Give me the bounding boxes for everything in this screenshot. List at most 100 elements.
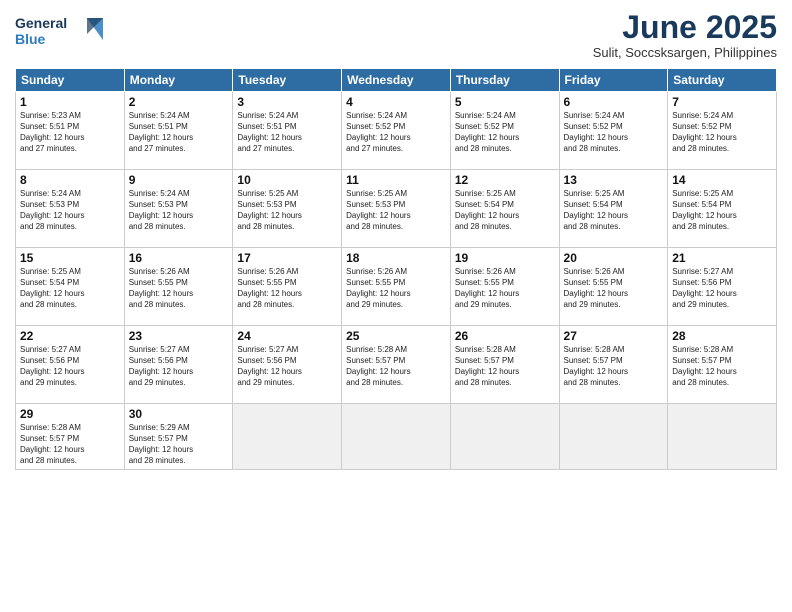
day-number: 10 [237,173,337,187]
cell-info: Sunrise: 5:25 AM Sunset: 5:54 PM Dayligh… [672,189,772,232]
calendar-cell [668,404,777,470]
calendar-cell: 22 Sunrise: 5:27 AM Sunset: 5:56 PM Dayli… [16,326,125,404]
calendar-cell: 20Sunrise: 5:26 AM Sunset: 5:55 PM Dayli… [559,248,668,326]
cell-info: Sunrise: 5:26 AM Sunset: 5:55 PM Dayligh… [564,267,664,310]
weekday-header: Tuesday [233,69,342,92]
cell-info: Sunrise: 5:24 AM Sunset: 5:52 PM Dayligh… [672,111,772,154]
cell-info: Sunrise: 5:26 AM Sunset: 5:55 PM Dayligh… [237,267,337,310]
cell-info: Sunrise: 5:25 AM Sunset: 5:53 PM Dayligh… [346,189,446,232]
day-number: 7 [672,95,772,109]
calendar-cell: 17 Sunrise: 5:26 AM Sunset: 5:55 PM Dayli… [233,248,342,326]
day-number: 27 [564,329,664,343]
cell-info: Sunrise: 5:27 AM Sunset: 5:56 PM Dayligh… [20,345,120,388]
weekday-header: Monday [124,69,233,92]
day-number: 18 [346,251,446,265]
cell-info: Sunrise: 5:23 AM Sunset: 5:51 PM Dayligh… [20,111,120,154]
weekday-header: Sunday [16,69,125,92]
day-number: 8 [20,173,120,187]
calendar-cell: 15 Sunrise: 5:25 AM Sunset: 5:54 PM Dayli… [16,248,125,326]
calendar-cell [450,404,559,470]
weekday-header: Wednesday [342,69,451,92]
day-number: 12 [455,173,555,187]
calendar-table: SundayMondayTuesdayWednesdayThursdayFrid… [15,68,777,470]
day-number: 4 [346,95,446,109]
calendar-row: 8 Sunrise: 5:24 AM Sunset: 5:53 PM Daylig… [16,170,777,248]
calendar-cell: 23 Sunrise: 5:27 AM Sunset: 5:56 PM Dayli… [124,326,233,404]
cell-info: Sunrise: 5:28 AM Sunset: 5:57 PM Dayligh… [672,345,772,388]
cell-info: Sunrise: 5:24 AM Sunset: 5:52 PM Dayligh… [455,111,555,154]
calendar-cell: 18Sunrise: 5:26 AM Sunset: 5:55 PM Dayli… [342,248,451,326]
calendar-cell: 11 Sunrise: 5:25 AM Sunset: 5:53 PM Dayli… [342,170,451,248]
day-number: 15 [20,251,120,265]
day-number: 19 [455,251,555,265]
cell-info: Sunrise: 5:24 AM Sunset: 5:51 PM Dayligh… [129,111,229,154]
day-number: 23 [129,329,229,343]
svg-text:Blue: Blue [15,31,46,47]
calendar-cell: 28Sunrise: 5:28 AM Sunset: 5:57 PM Dayli… [668,326,777,404]
cell-info: Sunrise: 5:28 AM Sunset: 5:57 PM Dayligh… [455,345,555,388]
calendar-header-row: SundayMondayTuesdayWednesdayThursdayFrid… [16,69,777,92]
calendar-cell: 14 Sunrise: 5:25 AM Sunset: 5:54 PM Dayli… [668,170,777,248]
cell-info: Sunrise: 5:24 AM Sunset: 5:52 PM Dayligh… [346,111,446,154]
day-number: 11 [346,173,446,187]
day-number: 29 [20,407,120,421]
cell-info: Sunrise: 5:25 AM Sunset: 5:54 PM Dayligh… [564,189,664,232]
cell-info: Sunrise: 5:28 AM Sunset: 5:57 PM Dayligh… [20,423,120,466]
calendar-cell: 10Sunrise: 5:25 AM Sunset: 5:53 PM Dayli… [233,170,342,248]
day-number: 14 [672,173,772,187]
day-number: 30 [129,407,229,421]
calendar-cell: 2 Sunrise: 5:24 AM Sunset: 5:51 PM Daylig… [124,92,233,170]
calendar-cell: 9Sunrise: 5:24 AM Sunset: 5:53 PM Daylig… [124,170,233,248]
header: General Blue June 2025 Sulit, Soccsksarg… [15,10,777,60]
cell-info: Sunrise: 5:27 AM Sunset: 5:56 PM Dayligh… [129,345,229,388]
calendar-row: 1Sunrise: 5:23 AM Sunset: 5:51 PM Daylig… [16,92,777,170]
cell-info: Sunrise: 5:24 AM Sunset: 5:51 PM Dayligh… [237,111,337,154]
day-number: 24 [237,329,337,343]
subtitle: Sulit, Soccsksargen, Philippines [593,45,777,60]
day-number: 17 [237,251,337,265]
cell-info: Sunrise: 5:27 AM Sunset: 5:56 PM Dayligh… [237,345,337,388]
calendar-cell: 7 Sunrise: 5:24 AM Sunset: 5:52 PM Daylig… [668,92,777,170]
cell-info: Sunrise: 5:27 AM Sunset: 5:56 PM Dayligh… [672,267,772,310]
calendar-row: 15 Sunrise: 5:25 AM Sunset: 5:54 PM Dayli… [16,248,777,326]
calendar-cell: 6 Sunrise: 5:24 AM Sunset: 5:52 PM Daylig… [559,92,668,170]
cell-info: Sunrise: 5:25 AM Sunset: 5:54 PM Dayligh… [20,267,120,310]
cell-info: Sunrise: 5:24 AM Sunset: 5:53 PM Dayligh… [129,189,229,232]
cell-info: Sunrise: 5:24 AM Sunset: 5:52 PM Dayligh… [564,111,664,154]
calendar-cell [233,404,342,470]
calendar-cell: 24 Sunrise: 5:27 AM Sunset: 5:56 PM Dayli… [233,326,342,404]
calendar-cell: 1Sunrise: 5:23 AM Sunset: 5:51 PM Daylig… [16,92,125,170]
day-number: 16 [129,251,229,265]
cell-info: Sunrise: 5:28 AM Sunset: 5:57 PM Dayligh… [564,345,664,388]
svg-text:General: General [15,15,67,31]
calendar-cell: 30 Sunrise: 5:29 AM Sunset: 5:57 PM Dayli… [124,404,233,470]
calendar-cell: 13Sunrise: 5:25 AM Sunset: 5:54 PM Dayli… [559,170,668,248]
calendar-row: 29 Sunrise: 5:28 AM Sunset: 5:57 PM Dayli… [16,404,777,470]
day-number: 26 [455,329,555,343]
calendar-cell [342,404,451,470]
day-number: 2 [129,95,229,109]
title-block: June 2025 Sulit, Soccsksargen, Philippin… [593,10,777,60]
cell-info: Sunrise: 5:26 AM Sunset: 5:55 PM Dayligh… [129,267,229,310]
weekday-header: Thursday [450,69,559,92]
day-number: 25 [346,329,446,343]
calendar-cell: 3Sunrise: 5:24 AM Sunset: 5:51 PM Daylig… [233,92,342,170]
cell-info: Sunrise: 5:29 AM Sunset: 5:57 PM Dayligh… [129,423,229,466]
calendar-cell: 8 Sunrise: 5:24 AM Sunset: 5:53 PM Daylig… [16,170,125,248]
calendar-cell: 12 Sunrise: 5:25 AM Sunset: 5:54 PM Dayli… [450,170,559,248]
cell-info: Sunrise: 5:26 AM Sunset: 5:55 PM Dayligh… [455,267,555,310]
calendar-cell: 25Sunrise: 5:28 AM Sunset: 5:57 PM Dayli… [342,326,451,404]
day-number: 6 [564,95,664,109]
cell-info: Sunrise: 5:24 AM Sunset: 5:53 PM Dayligh… [20,189,120,232]
calendar-cell [559,404,668,470]
calendar-cell: 5 Sunrise: 5:24 AM Sunset: 5:52 PM Daylig… [450,92,559,170]
page: General Blue June 2025 Sulit, Soccsksarg… [0,0,792,612]
cell-info: Sunrise: 5:25 AM Sunset: 5:54 PM Dayligh… [455,189,555,232]
day-number: 22 [20,329,120,343]
calendar-cell: 16 Sunrise: 5:26 AM Sunset: 5:55 PM Dayli… [124,248,233,326]
calendar-cell: 21Sunrise: 5:27 AM Sunset: 5:56 PM Dayli… [668,248,777,326]
calendar-cell: 19 Sunrise: 5:26 AM Sunset: 5:55 PM Dayli… [450,248,559,326]
month-title: June 2025 [593,10,777,45]
logo: General Blue [15,10,105,50]
day-number: 5 [455,95,555,109]
